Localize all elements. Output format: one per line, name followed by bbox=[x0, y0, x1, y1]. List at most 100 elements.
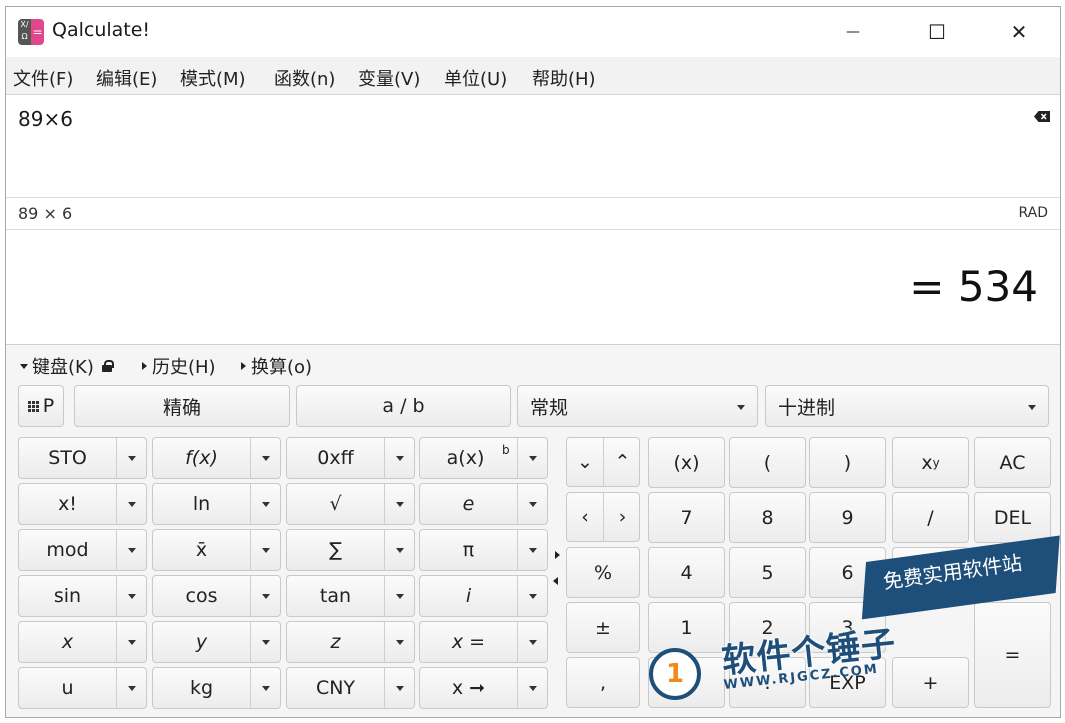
divide-key[interactable]: / bbox=[892, 492, 969, 543]
digit-6-key[interactable]: 6 bbox=[809, 547, 886, 598]
digit-2-key[interactable]: 2 bbox=[729, 602, 806, 653]
parenthesize-key[interactable]: (x) bbox=[648, 437, 725, 488]
menu-functions[interactable]: 函数(n) bbox=[274, 65, 335, 91]
convert-menu-button[interactable] bbox=[517, 668, 547, 708]
open-paren-key[interactable]: ( bbox=[729, 437, 806, 488]
mod-menu-button[interactable] bbox=[116, 530, 146, 570]
menu-units[interactable]: 单位(U) bbox=[444, 65, 507, 91]
tan-key[interactable]: tan bbox=[286, 575, 415, 617]
history-up-button[interactable]: ⌃ bbox=[604, 438, 641, 486]
var-y-menu-button[interactable] bbox=[250, 622, 280, 662]
conversion-toggle[interactable]: 换算(o) bbox=[241, 353, 312, 379]
backspace-clear-icon[interactable] bbox=[1034, 111, 1050, 122]
function-key[interactable]: f(x) bbox=[152, 437, 281, 479]
currency-menu-button[interactable] bbox=[384, 668, 414, 708]
exact-mode-button[interactable]: 精确 bbox=[74, 385, 290, 427]
fraction-mode-button[interactable]: a / b bbox=[296, 385, 511, 427]
imaginary-key[interactable]: i bbox=[419, 575, 548, 617]
add-key[interactable]: + bbox=[892, 657, 969, 708]
menu-mode[interactable]: 模式(M) bbox=[180, 65, 246, 91]
tan-menu-button[interactable] bbox=[384, 576, 414, 616]
number-base-select[interactable]: 十进制 bbox=[765, 385, 1049, 427]
unit-menu-button[interactable] bbox=[116, 668, 146, 708]
digit-7-key[interactable]: 7 bbox=[648, 492, 725, 543]
digit-4-key[interactable]: 4 bbox=[648, 547, 725, 598]
decimal-point-key[interactable]: . bbox=[729, 657, 806, 708]
sum-menu-button[interactable] bbox=[384, 530, 414, 570]
digit-1-key[interactable]: 1 bbox=[648, 602, 725, 653]
imaginary-menu-button[interactable] bbox=[517, 576, 547, 616]
comma-key[interactable]: , bbox=[566, 657, 640, 708]
currency-key[interactable]: CNY bbox=[286, 667, 415, 709]
lock-icon[interactable] bbox=[101, 360, 114, 372]
cursor-right-button[interactable]: › bbox=[604, 493, 641, 541]
var-z-key[interactable]: z bbox=[286, 621, 415, 663]
equation-menu-button[interactable] bbox=[517, 622, 547, 662]
sqrt-key[interactable]: √ bbox=[286, 483, 415, 525]
pi-key[interactable]: π bbox=[419, 529, 548, 571]
digit-5-key[interactable]: 5 bbox=[729, 547, 806, 598]
euler-menu-button[interactable] bbox=[517, 484, 547, 524]
multiply-key[interactable]: × bbox=[892, 547, 969, 598]
kilogram-menu-button[interactable] bbox=[250, 668, 280, 708]
digit-3-key[interactable]: 3 bbox=[809, 602, 886, 653]
maximize-button[interactable]: ☐ bbox=[906, 7, 968, 57]
all-clear-key[interactable]: AC bbox=[974, 437, 1051, 488]
mean-key[interactable]: x̄ bbox=[152, 529, 281, 571]
history-down-button[interactable]: ⌄ bbox=[567, 438, 604, 486]
digit-9-key[interactable]: 9 bbox=[809, 492, 886, 543]
cos-menu-button[interactable] bbox=[250, 576, 280, 616]
mean-menu-button[interactable] bbox=[250, 530, 280, 570]
exp-key[interactable]: EXP bbox=[809, 657, 886, 708]
sto-menu-button[interactable] bbox=[116, 438, 146, 478]
angle-unit-indicator[interactable]: RAD bbox=[1018, 205, 1048, 221]
pi-menu-button[interactable] bbox=[517, 530, 547, 570]
menu-help[interactable]: 帮助(H) bbox=[532, 65, 596, 91]
history-toggle[interactable]: 历史(H) bbox=[142, 353, 216, 379]
digit-0-key[interactable]: 0 bbox=[648, 657, 725, 708]
unit-key[interactable]: u bbox=[18, 667, 147, 709]
kilogram-key[interactable]: kg bbox=[152, 667, 281, 709]
ln-key[interactable]: ln bbox=[152, 483, 281, 525]
power-key[interactable]: a(x) b bbox=[419, 437, 548, 479]
factorial-menu-button[interactable] bbox=[116, 484, 146, 524]
var-x-key[interactable]: x bbox=[18, 621, 147, 663]
menu-variables[interactable]: 变量(V) bbox=[358, 65, 420, 91]
convert-key[interactable]: x ➞ bbox=[419, 667, 548, 709]
function-menu-button[interactable] bbox=[250, 438, 280, 478]
var-x-menu-button[interactable] bbox=[116, 622, 146, 662]
cursor-left-button[interactable]: ‹ bbox=[567, 493, 604, 541]
var-y-key[interactable]: y bbox=[152, 621, 281, 663]
close-paren-key[interactable]: ) bbox=[809, 437, 886, 488]
sin-key[interactable]: sin bbox=[18, 575, 147, 617]
expand-right-icon[interactable] bbox=[555, 551, 560, 559]
menu-file[interactable]: 文件(F) bbox=[13, 65, 73, 91]
digit-8-key[interactable]: 8 bbox=[729, 492, 806, 543]
factorial-key[interactable]: x! bbox=[18, 483, 147, 525]
sqrt-menu-button[interactable] bbox=[384, 484, 414, 524]
expression-input[interactable]: 89×6 bbox=[6, 95, 1060, 198]
hexadecimal-menu-button[interactable] bbox=[384, 438, 414, 478]
equation-key[interactable]: x = bbox=[419, 621, 548, 663]
sin-menu-button[interactable] bbox=[116, 576, 146, 616]
display-mode-select[interactable]: 常规 bbox=[517, 385, 758, 427]
power-menu-button[interactable] bbox=[517, 438, 547, 478]
equals-key[interactable]: = bbox=[974, 602, 1051, 708]
delete-key[interactable]: DEL bbox=[974, 492, 1051, 543]
minimize-button[interactable]: — bbox=[822, 7, 884, 57]
mod-key[interactable]: mod bbox=[18, 529, 147, 571]
expand-left-icon[interactable] bbox=[553, 577, 558, 585]
sum-key[interactable]: ∑ bbox=[286, 529, 415, 571]
sto-key[interactable]: STO bbox=[18, 437, 147, 479]
close-button[interactable]: ✕ bbox=[988, 7, 1050, 57]
programming-keypad-button[interactable]: P bbox=[18, 385, 64, 427]
menu-edit[interactable]: 编辑(E) bbox=[96, 65, 157, 91]
plus-minus-key[interactable]: ± bbox=[566, 602, 640, 653]
hexadecimal-key[interactable]: 0xff bbox=[286, 437, 415, 479]
euler-key[interactable]: e bbox=[419, 483, 548, 525]
cos-key[interactable]: cos bbox=[152, 575, 281, 617]
var-z-menu-button[interactable] bbox=[384, 622, 414, 662]
ln-menu-button[interactable] bbox=[250, 484, 280, 524]
percent-key[interactable]: % bbox=[566, 547, 640, 598]
power-key[interactable]: xy bbox=[892, 437, 969, 488]
